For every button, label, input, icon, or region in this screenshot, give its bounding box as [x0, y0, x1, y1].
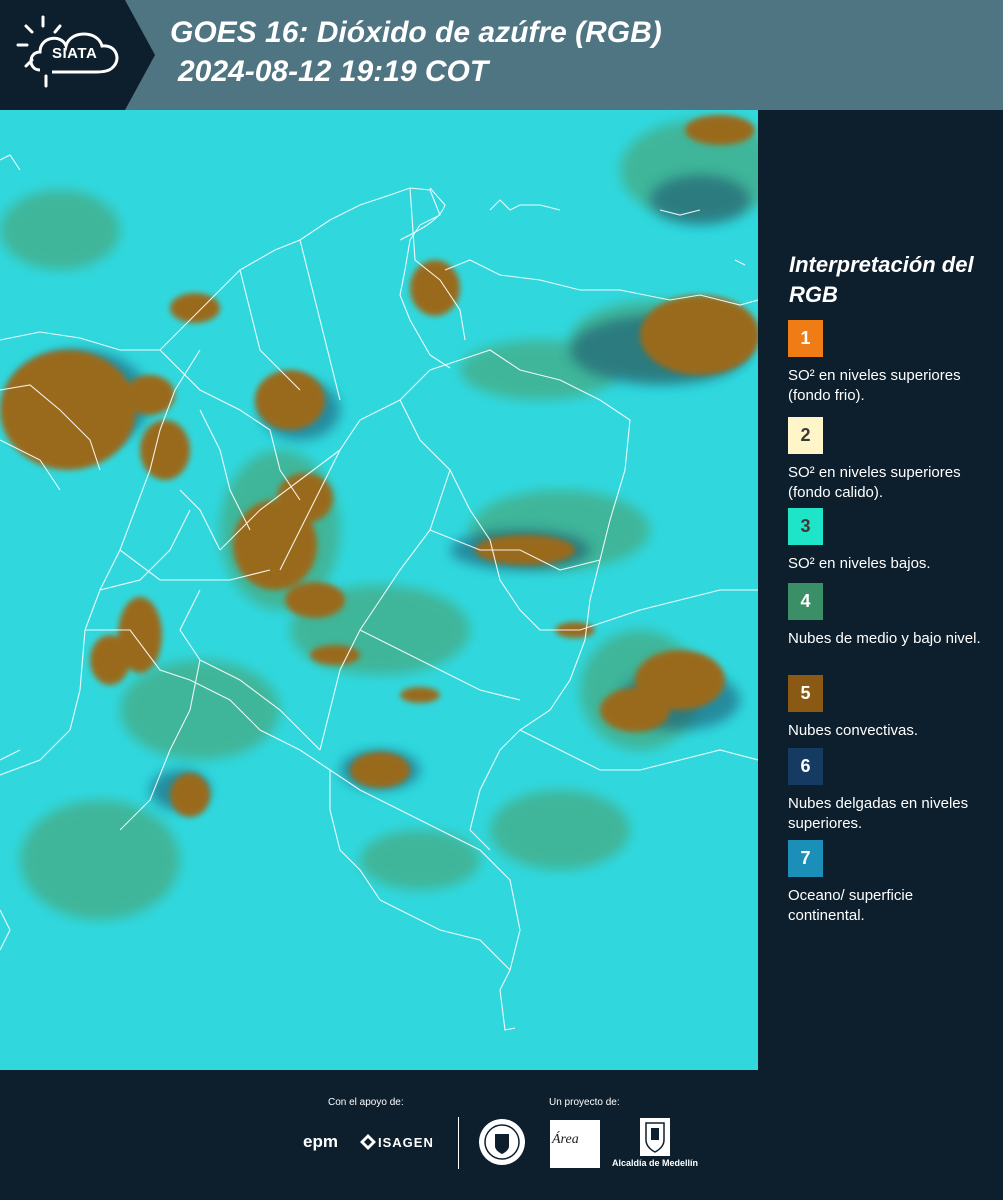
footer: Con el apoyo de: Un proyecto de: epm ISA… [0, 1070, 1003, 1200]
legend-label: Oceano/ superficie continental. [788, 887, 914, 924]
timestamp: 2024-08-12 19:19 COT [178, 55, 489, 88]
legend-label: Nubes convectivas. [788, 722, 919, 739]
legend-item-7: 7 Oceano/ superficie continental. [788, 840, 993, 926]
legend-item-1: 1 SO² en niveles superiores (fondo frio)… [788, 320, 993, 406]
legend-label: SO² en niveles superiores (fondo calido)… [788, 464, 961, 501]
isagen-icon [360, 1134, 376, 1150]
legend-item-3: 3 SO² en niveles bajos. [788, 508, 993, 574]
area-logo-text: Área [552, 1132, 579, 1147]
legend-label: SO² en niveles superiores (fondo frio). [788, 367, 961, 404]
page-title: GOES 16: Dióxido de azúfre (RGB) [170, 16, 662, 49]
legend-item-5: 5 Nubes convectivas. [788, 675, 993, 741]
legend-swatch: 2 [788, 417, 823, 454]
legend-panel: Interpretación del RGB 1 SO² en niveles … [760, 110, 1003, 1070]
project-label: Un proyecto de: [549, 1097, 620, 1108]
satellite-rgb-map [0, 110, 758, 1070]
legend-item-6: 6 Nubes delgadas en niveles superiores. [788, 748, 993, 834]
siata-logo: SIATA [0, 0, 155, 110]
epm-logo: epm [303, 1132, 338, 1151]
legend-swatch: 7 [788, 840, 823, 877]
legend-swatch: 3 [788, 508, 823, 545]
support-label: Con el apoyo de: [328, 1097, 404, 1108]
alcaldia-logo-text: Alcaldía de Medellín [612, 1158, 699, 1168]
legend-swatch: 5 [788, 675, 823, 712]
alcaldia-shield-icon [640, 1118, 670, 1156]
legend-label: Nubes de medio y bajo nivel. [788, 630, 981, 647]
medellin-seal-icon [479, 1119, 525, 1165]
isagen-logo: ISAGEN [378, 1135, 434, 1150]
legend-swatch: 1 [788, 320, 823, 357]
legend-item-4: 4 Nubes de medio y bajo nivel. [788, 583, 993, 649]
legend-swatch: 4 [788, 583, 823, 620]
siata-logo-text: SIATA [52, 45, 98, 62]
footer-divider [458, 1117, 459, 1169]
legend-item-2: 2 SO² en niveles superiores (fondo calid… [788, 417, 993, 503]
legend-swatch: 6 [788, 748, 823, 785]
legend-title: Interpretación del RGB [789, 252, 974, 307]
legend-label: Nubes delgadas en niveles superiores. [788, 795, 969, 832]
legend-label: SO² en niveles bajos. [788, 555, 931, 572]
header: SIATA GOES 16: Dióxido de azúfre (RGB) 2… [0, 0, 1003, 110]
satellite-map[interactable] [0, 110, 758, 1070]
